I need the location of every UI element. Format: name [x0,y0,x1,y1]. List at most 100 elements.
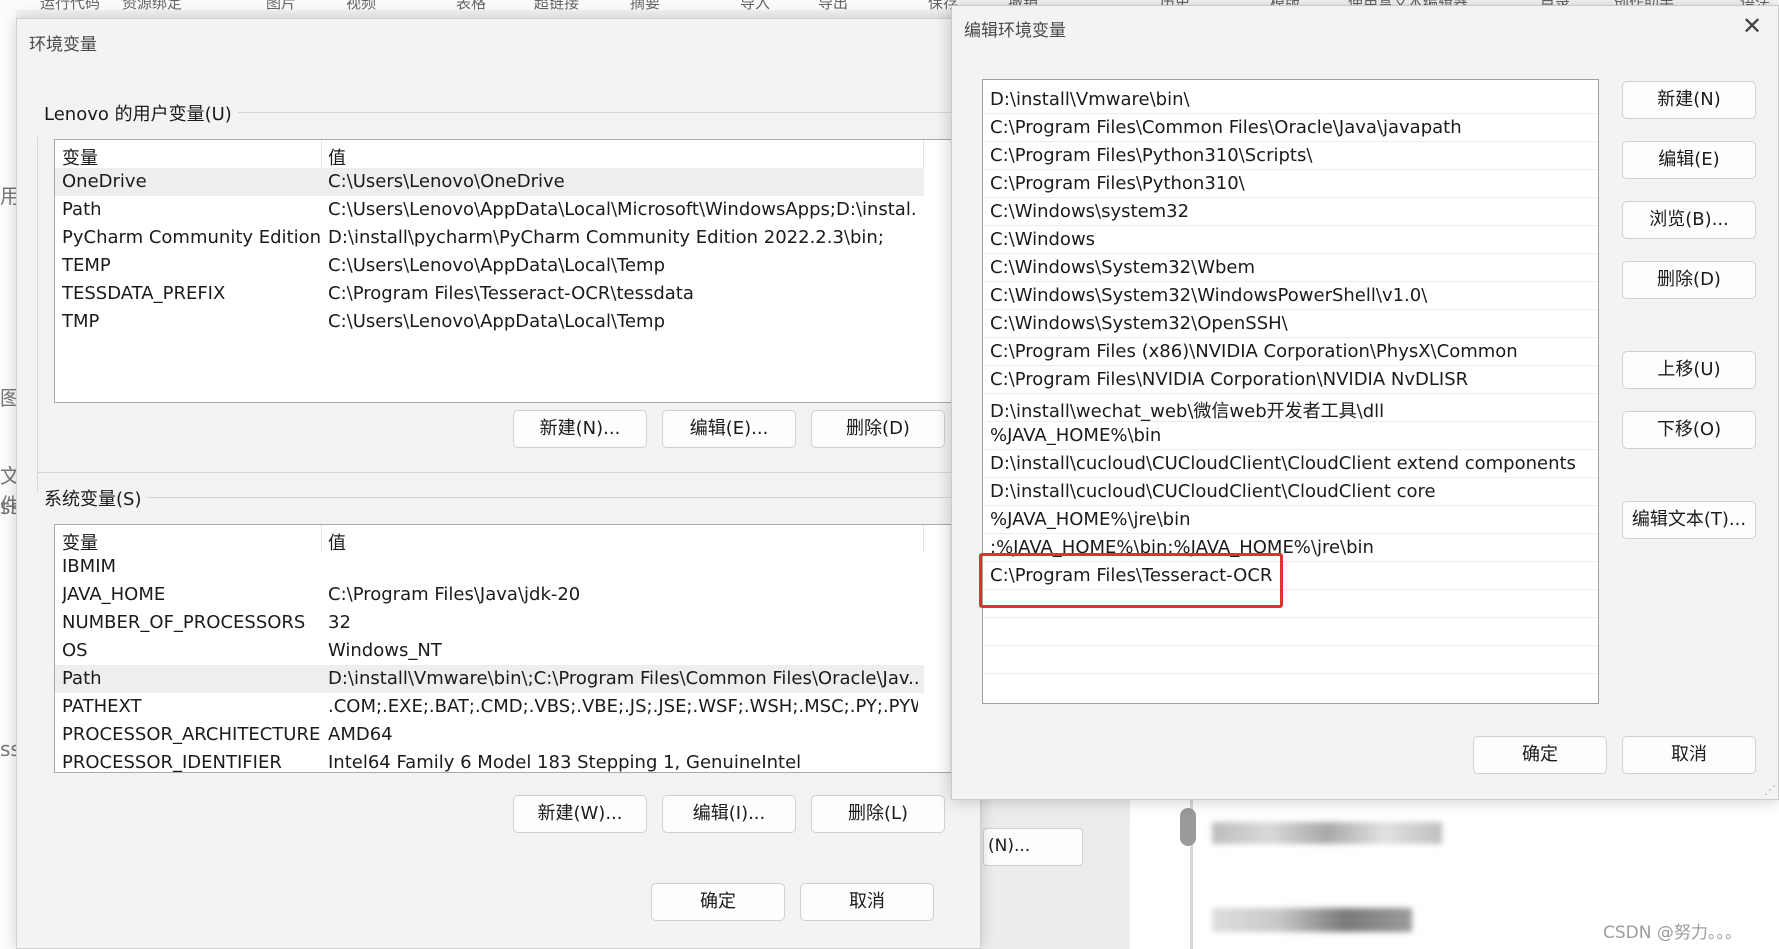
system-variables-label: 系统变量(S) [44,485,148,511]
move-down-button[interactable]: 下移(O) [1622,411,1756,449]
cancel-button[interactable]: 取消 [800,883,934,921]
resize-grip-icon[interactable]: ⋰ [1764,783,1776,797]
ok-button[interactable]: 确定 [651,883,785,921]
list-item[interactable]: %JAVA_HOME%\bin [983,422,1598,450]
toolbar-item[interactable]: 资源绑定 [122,0,182,10]
table-row[interactable]: OS Windows_NT [55,637,924,665]
edit-environment-variable-dialog: 编辑环境变量 ✕ D:\install\Vmware\bin\ C:\Progr… [951,5,1779,800]
edit-button[interactable]: 编辑(E) [1622,141,1756,179]
table-row[interactable]: OneDrive C:\Users\Lenovo\OneDrive [55,168,924,196]
variable-value: Intel64 Family 6 Model 183 Stepping 1, G… [328,752,802,773]
variable-value: C:\Users\Lenovo\AppData\Local\Microsoft\… [328,199,918,220]
table-row[interactable]: PATHEXT .COM;.EXE;.BAT;.CMD;.VBS;.VBE;.J… [55,693,924,721]
user-edit-button[interactable]: 编辑(E)... [662,410,796,448]
table-row[interactable]: PROCESSOR_IDENTIFIER Intel64 Family 6 Mo… [55,749,924,773]
cancel-button[interactable]: 取消 [1622,736,1756,774]
system-edit-button[interactable]: 编辑(I)... [662,795,796,833]
user-variables-label: Lenovo 的用户变量(U) [44,100,238,126]
toolbar-item[interactable]: 运行代码 [40,0,100,10]
toolbar-item[interactable]: 表格 [456,0,486,10]
watermark: CSDN @努力。。。 [1603,923,1742,943]
list-item[interactable]: C:\Program Files\NVIDIA Corporation\NVID… [983,366,1598,394]
column-header-variable[interactable]: 变量 [62,144,98,170]
empty-list-row[interactable] [983,646,1598,674]
variable-name: Path [62,668,102,689]
system-delete-button[interactable]: 删除(L) [811,795,945,833]
browse-button[interactable]: 浏览(B)... [1622,201,1756,239]
column-separator[interactable] [321,140,322,168]
path-entry: C:\Program Files\Python310\ [990,173,1245,194]
background-editor-strip: 用 图 文件 ss ss [0,10,21,949]
column-header-value[interactable]: 值 [328,144,346,170]
table-row[interactable]: TESSDATA_PREFIX C:\Program Files\Tessera… [55,280,924,308]
variable-value: C:\Program Files\Java\jdk-20 [328,584,581,605]
new-button[interactable]: 新建(N) [1622,81,1756,119]
user-new-button[interactable]: 新建(N)... [513,410,647,448]
toolbar-item[interactable]: 导入 [740,0,770,10]
environment-variables-dialog: 环境变量 Lenovo 的用户变量(U) 变量 值 OneDrive C:\Us… [16,18,981,949]
variable-value: D:\install\pycharm\PyCharm Community Edi… [328,227,884,248]
path-entry: C:\Windows\System32\Wbem [990,257,1256,278]
toolbar-item[interactable]: 视频 [346,0,376,10]
move-up-button[interactable]: 上移(U) [1622,351,1756,389]
table-row[interactable]: Path D:\install\Vmware\bin\;C:\Program F… [55,665,924,693]
user-variables-list[interactable]: 变量 值 OneDrive C:\Users\Lenovo\OneDrive P… [54,139,963,403]
path-entry: C:\Windows\System32\OpenSSH\ [990,313,1288,334]
table-row[interactable]: Path C:\Users\Lenovo\AppData\Local\Micro… [55,196,924,224]
column-header-value[interactable]: 值 [328,529,346,555]
list-item[interactable]: C:\Program Files (x86)\NVIDIA Corporatio… [983,338,1598,366]
column-separator[interactable] [923,525,924,553]
delete-button[interactable]: 删除(D) [1622,261,1756,299]
toolbar-item[interactable]: 摘要 [630,0,660,10]
path-entry: C:\Program Files\NVIDIA Corporation\NVID… [990,369,1469,390]
edit-text-button[interactable]: 编辑文本(T)... [1622,501,1756,539]
variable-name: Path [62,199,102,220]
group-separator [37,472,967,473]
list-item[interactable]: C:\Program Files\Common Files\Oracle\Jav… [983,114,1598,142]
list-item[interactable]: C:\Program Files\Python310\Scripts\ [983,142,1598,170]
table-row[interactable]: PyCharm Community Edition D:\install\pyc… [55,224,924,252]
variable-value: D:\install\Vmware\bin\;C:\Program Files\… [328,668,918,689]
list-item[interactable]: C:\Windows\System32\OpenSSH\ [983,310,1598,338]
column-header-variable[interactable]: 变量 [62,529,98,555]
table-row[interactable]: PROCESSOR_ARCHITECTURE AMD64 [55,721,924,749]
path-list[interactable]: D:\install\Vmware\bin\ C:\Program Files\… [982,79,1599,704]
empty-list-row[interactable] [983,618,1598,646]
list-item[interactable]: C:\Windows\System32\WindowsPowerShell\v1… [983,282,1598,310]
system-new-button[interactable]: 新建(W)... [513,795,647,833]
ok-button[interactable]: 确定 [1473,736,1607,774]
column-separator[interactable] [321,525,322,553]
column-separator[interactable] [923,140,924,168]
list-item[interactable]: C:\Windows [983,226,1598,254]
highlight-annotation [979,553,1283,608]
list-header: 变量 值 [55,140,962,170]
toolbar-item[interactable]: 导出 [818,0,848,10]
toolbar-item[interactable]: 图片 [266,0,296,10]
list-item[interactable]: C:\Windows\System32\Wbem [983,254,1598,282]
path-entry: D:\install\cucloud\CUCloudClient\CloudCl… [990,453,1576,474]
list-item[interactable]: C:\Program Files\Python310\ [983,170,1598,198]
path-entry: %JAVA_HOME%\bin [990,425,1162,446]
toolbar-item[interactable]: 超链接 [534,0,579,10]
dialog-title: 环境变量 [29,35,97,55]
table-row[interactable]: IBMIM [55,553,924,581]
table-row[interactable]: TMP C:\Users\Lenovo\AppData\Local\Temp [55,308,924,336]
system-variables-list[interactable]: 变量 值 IBMIM JAVA_HOME C:\Program Files\Ja… [54,524,963,773]
table-row[interactable]: JAVA_HOME C:\Program Files\Java\jdk-20 [55,581,924,609]
table-row[interactable]: TEMP C:\Users\Lenovo\AppData\Local\Temp [55,252,924,280]
list-item[interactable]: D:\install\cucloud\CUCloudClient\CloudCl… [983,450,1598,478]
list-item[interactable]: D:\install\cucloud\CUCloudClient\CloudCl… [983,478,1598,506]
path-entry: C:\Program Files\Python310\Scripts\ [990,145,1313,166]
list-item[interactable]: D:\install\wechat_web\微信web开发者工具\dll [983,394,1598,422]
path-entry: %JAVA_HOME%\jre\bin [990,509,1191,530]
path-entry: C:\Program Files (x86)\NVIDIA Corporatio… [990,341,1518,362]
variable-name: IBMIM [62,556,117,577]
close-icon[interactable]: ✕ [1740,14,1764,38]
list-item[interactable]: C:\Windows\system32 [983,198,1598,226]
list-item[interactable]: D:\install\Vmware\bin\ [983,86,1598,114]
list-item[interactable]: %JAVA_HOME%\jre\bin [983,506,1598,534]
background-partial-button[interactable]: (N)... [983,828,1083,866]
table-row[interactable]: NUMBER_OF_PROCESSORS 32 [55,609,924,637]
path-entry: D:\install\cucloud\CUCloudClient\CloudCl… [990,481,1436,502]
user-delete-button[interactable]: 删除(D) [811,410,945,448]
